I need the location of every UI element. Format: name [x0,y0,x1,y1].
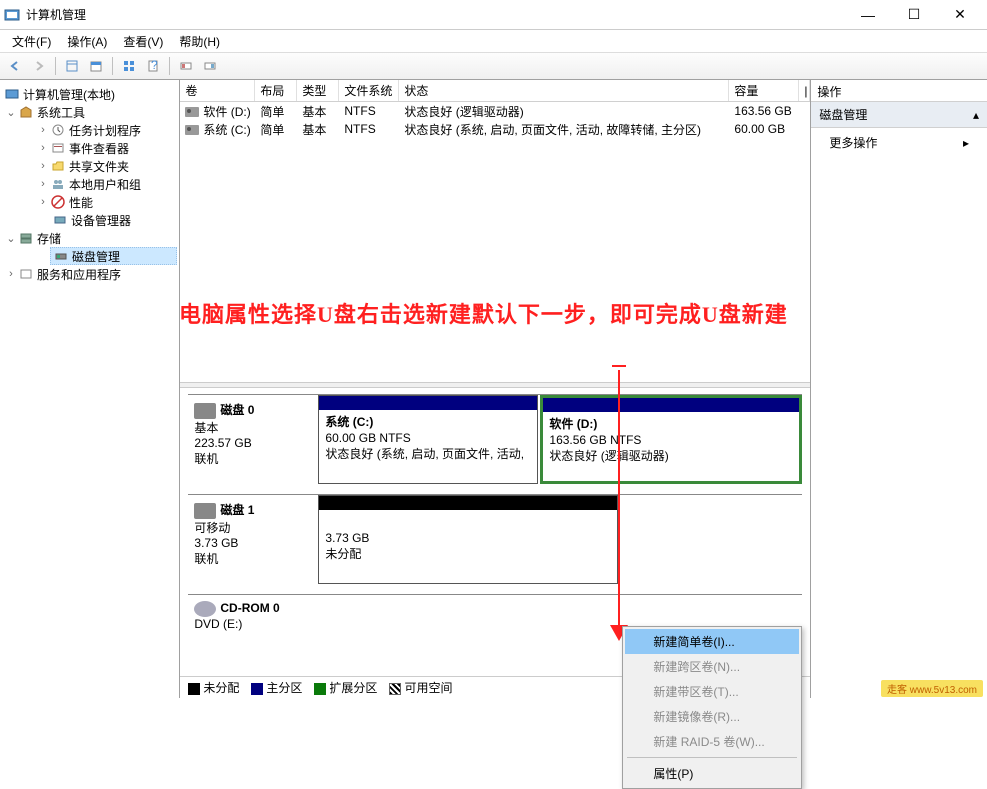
col-volume[interactable]: 卷 [180,80,255,101]
tree-root[interactable]: 计算机管理(本地) [2,85,177,103]
tree-diskmgmt[interactable]: 磁盘管理 [50,247,177,265]
forward-button[interactable] [28,55,50,77]
maximize-button[interactable]: ☐ [891,0,937,30]
menu-help[interactable]: 帮助(H) [171,31,228,52]
partition-c[interactable]: 系统 (C:) 60.00 GB NTFS 状态良好 (系统, 启动, 页面文件… [318,395,538,484]
more-actions[interactable]: 更多操作▸ [811,128,987,157]
menu-view[interactable]: 查看(V) [115,31,171,52]
toolbar-extra-1[interactable] [175,55,197,77]
actions-section[interactable]: 磁盘管理▴ [811,102,987,128]
tree-eventviewer[interactable]: ›事件查看器 [34,139,177,157]
toolbar-extra-2[interactable] [199,55,221,77]
col-layout[interactable]: 布局 [255,80,297,101]
tree-performance[interactable]: ›性能 [34,193,177,211]
col-bar[interactable]: | [799,80,810,101]
volume-table-header: 卷 布局 类型 文件系统 状态 容量 | [180,80,810,102]
watermark: 走客 www.5v13.com [881,680,983,697]
ctx-new-simple-volume[interactable]: 新建简单卷(I)... [625,629,799,654]
actions-pane: 操作 磁盘管理▴ 更多操作▸ [811,80,987,698]
window-title: 计算机管理 [26,6,845,23]
tree-devicemgr[interactable]: 设备管理器 [50,211,177,229]
ctx-new-raid5-volume: 新建 RAID-5 卷(W)... [625,729,799,754]
col-capacity[interactable]: 容量 [729,80,799,101]
collapse-icon: ▴ [973,108,979,122]
disk-row-0: 磁盘 0 基本 223.57 GB 联机 系统 (C:) 60.00 GB NT… [188,394,802,484]
disk-icon [194,403,216,419]
cdrom-info[interactable]: CD-ROM 0 DVD (E:) [188,595,318,637]
col-status[interactable]: 状态 [399,80,729,101]
disk-icon [194,503,216,519]
help-button[interactable]: ? [142,55,164,77]
app-icon [4,7,20,23]
menubar: 文件(F) 操作(A) 查看(V) 帮助(H) [0,30,987,52]
tree-sharedfolders[interactable]: ›共享文件夹 [34,157,177,175]
col-type[interactable]: 类型 [297,80,339,101]
partition-d[interactable]: 软件 (D:) 163.56 GB NTFS 状态良好 (逻辑驱动器) [540,395,802,484]
annotation-text: 点开电脑属性选择U盘右击选新建默认下一步，即可完成U盘新建 [180,297,810,329]
table-row[interactable]: 系统 (C:) 简单 基本 NTFS 状态良好 (系统, 启动, 页面文件, 活… [180,120,810,138]
toolbar: ? [0,52,987,80]
ctx-properties[interactable]: 属性(P) [625,761,799,786]
ctx-new-mirrored-volume: 新建镜像卷(R)... [625,704,799,729]
svg-text:?: ? [151,59,158,72]
back-button[interactable] [4,55,26,77]
chevron-right-icon: ▸ [963,136,969,150]
properties-button[interactable] [85,55,107,77]
menu-file[interactable]: 文件(F) [4,31,59,52]
context-menu: 新建简单卷(I)... 新建跨区卷(N)... 新建带区卷(T)... 新建镜像… [622,626,802,789]
tree-storage[interactable]: ⌄存储 [2,229,177,247]
tree-systools[interactable]: ⌄系统工具 [2,103,177,121]
partition-unallocated[interactable]: 3.73 GB 未分配 [318,495,618,584]
close-button[interactable]: ✕ [937,0,983,30]
actions-header: 操作 [811,80,987,102]
disk-row-1: 磁盘 1 可移动 3.73 GB 联机 3.73 GB 未分配 [188,494,802,584]
tree-scheduler[interactable]: ›任务计划程序 [34,121,177,139]
views-button[interactable] [61,55,83,77]
table-row[interactable]: 软件 (D:) 简单 基本 NTFS 状态良好 (逻辑驱动器) 163.56 G… [180,102,810,120]
disk-1-info[interactable]: 磁盘 1 可移动 3.73 GB 联机 [188,495,318,584]
titlebar: 计算机管理 — ☐ ✕ [0,0,987,30]
refresh-button[interactable] [118,55,140,77]
tree-services[interactable]: ›服务和应用程序 [2,265,177,283]
minimize-button[interactable]: — [845,0,891,30]
menu-action[interactable]: 操作(A) [59,31,115,52]
ctx-new-spanned-volume: 新建跨区卷(N)... [625,654,799,679]
volume-icon [185,107,199,117]
disk-0-info[interactable]: 磁盘 0 基本 223.57 GB 联机 [188,395,318,484]
cdrom-icon [194,601,216,617]
volume-table[interactable]: 软件 (D:) 简单 基本 NTFS 状态良好 (逻辑驱动器) 163.56 G… [180,102,810,382]
ctx-new-striped-volume: 新建带区卷(T)... [625,679,799,704]
navigation-tree[interactable]: 计算机管理(本地) ⌄系统工具 ›任务计划程序 ›事件查看器 ›共享文件夹 ›本… [0,80,180,698]
col-fs[interactable]: 文件系统 [339,80,399,101]
volume-icon [185,125,199,135]
tree-localusers[interactable]: ›本地用户和组 [34,175,177,193]
